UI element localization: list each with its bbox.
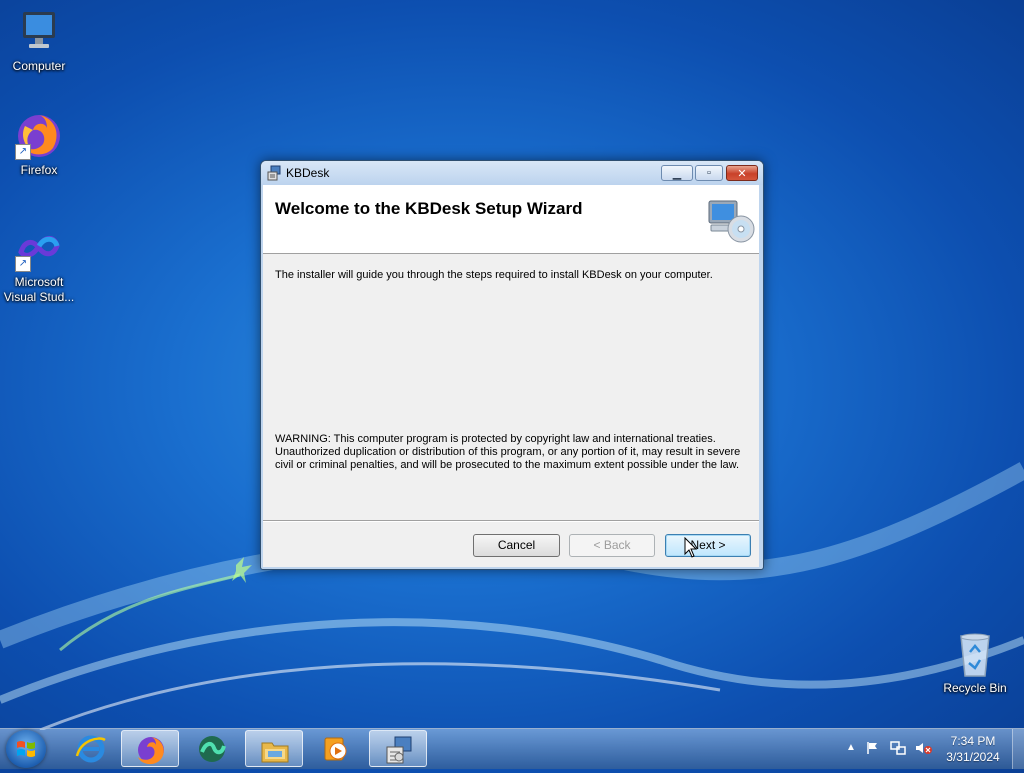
shortcut-arrow-icon: ↗ [15, 256, 31, 272]
desktop-icon-label: Computer [12, 59, 66, 73]
minimize-button[interactable]: ▁ [661, 165, 693, 181]
taskbar-file-explorer[interactable] [245, 730, 303, 767]
desktop-icon-recycle-bin[interactable]: Recycle Bin [936, 630, 1014, 696]
desktop-icon-label-line2: Visual Stud... [3, 290, 75, 304]
firefox-icon [138, 737, 164, 765]
taskbar: ▲ 7:34 PM 3/31/2024 [0, 728, 1024, 769]
window-title: KBDesk [286, 166, 330, 180]
desktop-icon-label: Firefox [20, 163, 58, 177]
installer-icon [386, 736, 412, 764]
mouse-cursor-icon [684, 537, 698, 558]
network-icon[interactable] [890, 741, 906, 760]
desktop-icon-label: Recycle Bin [943, 681, 1007, 695]
taskbar-clock[interactable]: 7:34 PM 3/31/2024 [940, 733, 1006, 765]
clock-time: 7:34 PM [950, 734, 996, 748]
visual-studio-icon: ↗ [15, 224, 63, 272]
button-separator [263, 520, 759, 522]
close-button[interactable]: ✕ [726, 165, 758, 181]
shortcut-arrow-icon: ↗ [15, 144, 31, 160]
desktop-icon-firefox[interactable]: ↗ Firefox [0, 112, 78, 178]
taskbar-firefox[interactable] [121, 730, 179, 767]
wizard-heading: Welcome to the KBDesk Setup Wizard [275, 199, 583, 218]
maximize-button[interactable]: ▫ [695, 165, 723, 181]
show-desktop-button[interactable] [1012, 729, 1024, 769]
taskbar-media-player[interactable] [307, 730, 365, 767]
copyright-warning-text: WARNING: This computer program is protec… [275, 433, 741, 471]
windows-logo-icon [17, 741, 35, 757]
computer-disc-icon [707, 197, 755, 245]
close-icon: ✕ [737, 167, 747, 180]
firefox-icon: ↗ [15, 112, 63, 160]
taskbar-internet-explorer[interactable] [62, 730, 120, 767]
computer-icon [15, 8, 63, 56]
maximize-icon: ▫ [707, 167, 711, 179]
minimize-icon: ▁ [672, 167, 682, 180]
internet-explorer-icon [75, 735, 106, 763]
taskbar-installer[interactable] [369, 730, 427, 767]
visual-studio-icon [199, 736, 226, 762]
volume-muted-icon[interactable] [915, 741, 933, 760]
recycle-bin-icon [951, 630, 999, 678]
action-center-flag-icon[interactable] [866, 741, 880, 760]
file-explorer-icon [261, 742, 289, 763]
wizard-banner: Welcome to the KBDesk Setup Wizard [263, 185, 759, 254]
desktop-icon-label-line1: Microsoft [14, 275, 64, 289]
start-button[interactable] [6, 730, 46, 768]
cancel-button[interactable]: Cancel [473, 534, 560, 557]
installer-icon [266, 165, 282, 181]
back-button[interactable]: < Back [569, 534, 655, 557]
taskbar-visual-studio[interactable] [183, 730, 241, 767]
wizard-intro-text: The installer will guide you through the… [275, 269, 713, 281]
media-player-icon [324, 737, 347, 761]
wizard-client-area: Welcome to the KBDesk Setup Wizard The i… [263, 185, 759, 567]
desktop-icon-computer[interactable]: Computer [0, 8, 78, 74]
desktop-icon-visual-studio[interactable]: ↗ Microsoft Visual Stud... [0, 224, 78, 305]
setup-wizard-window: KBDesk ▁ ▫ ✕ Welcome to the KBDesk Setup… [260, 160, 764, 570]
show-hidden-icons-arrow[interactable]: ▲ [846, 742, 856, 753]
next-button[interactable]: Next > [665, 534, 751, 557]
clock-date: 3/31/2024 [946, 750, 1000, 764]
window-titlebar[interactable]: KBDesk ▁ ▫ ✕ [261, 161, 763, 185]
